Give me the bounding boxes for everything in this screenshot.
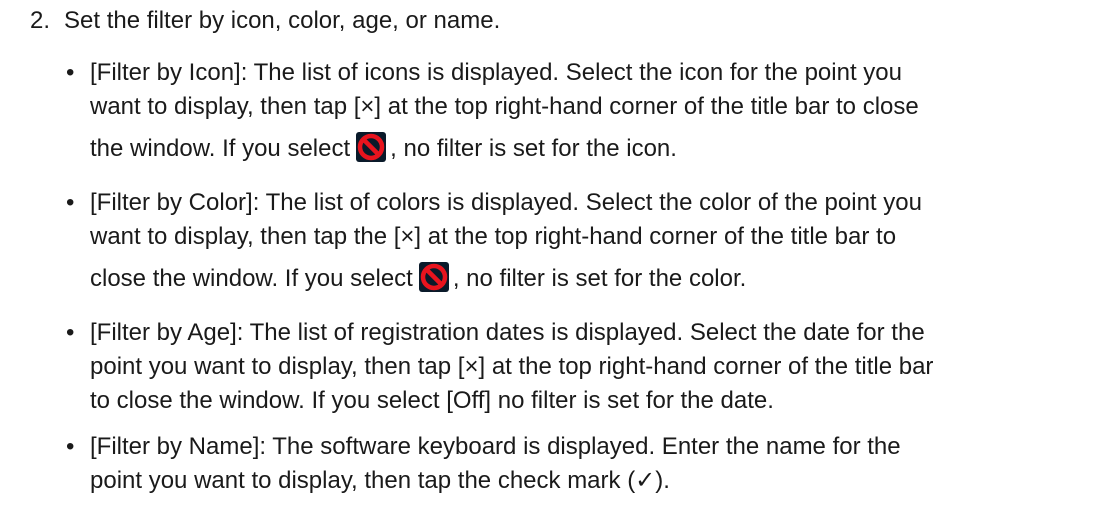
bullet-marker: • — [66, 319, 75, 346]
list-item-filter-by-age: • [Filter by Age]: The list of registrat… — [66, 316, 1102, 418]
step-2: 2. Set the filter by icon, color, age, o… — [30, 4, 500, 38]
step-text: Set the filter by icon, color, age, or n… — [64, 7, 501, 34]
text-fragment: , no filter is set for the color. — [452, 265, 747, 292]
text-line: the window. If you select , no filter is … — [90, 124, 1102, 174]
text-line: [Filter by Icon]: The list of icons is d… — [90, 59, 902, 86]
document-page: 2. Set the filter by icon, color, age, o… — [0, 0, 1108, 526]
text-fragment: close the window. If you select — [90, 265, 413, 292]
text-line: want to display, then tap the [×] at the… — [90, 223, 897, 250]
text-line: close the window. If you select , no filt… — [90, 254, 1102, 304]
list-item-filter-by-icon: • [Filter by Icon]: The list of icons is… — [66, 56, 1102, 174]
text-line: want to display, then tap [×] at the top… — [90, 93, 919, 120]
text-line: to close the window. If you select [Off]… — [90, 387, 774, 414]
no-entry-icon — [418, 262, 449, 292]
text-line: point you want to display, then tap the … — [90, 467, 670, 494]
filter-options-list: • [Filter by Icon]: The list of icons is… — [66, 56, 1102, 510]
text-fragment: the window. If you select — [90, 135, 351, 162]
text-fragment: , no filter is set for the icon. — [390, 135, 677, 162]
bullet-marker: • — [66, 189, 75, 216]
text-line: [Filter by Name]: The software keyboard … — [90, 433, 901, 460]
text-line: [Filter by Age]: The list of registratio… — [90, 319, 925, 346]
step-number: 2. — [30, 7, 51, 34]
text-line: [Filter by Color]: The list of colors is… — [90, 189, 922, 216]
text-line: point you want to display, then tap [×] … — [90, 353, 934, 380]
no-entry-icon — [356, 132, 387, 162]
list-item-filter-by-color: • [Filter by Color]: The list of colors … — [66, 186, 1102, 304]
bullet-marker: • — [66, 433, 75, 460]
bullet-marker: • — [66, 59, 75, 86]
list-item-filter-by-name: • [Filter by Name]: The software keyboar… — [66, 430, 1102, 498]
